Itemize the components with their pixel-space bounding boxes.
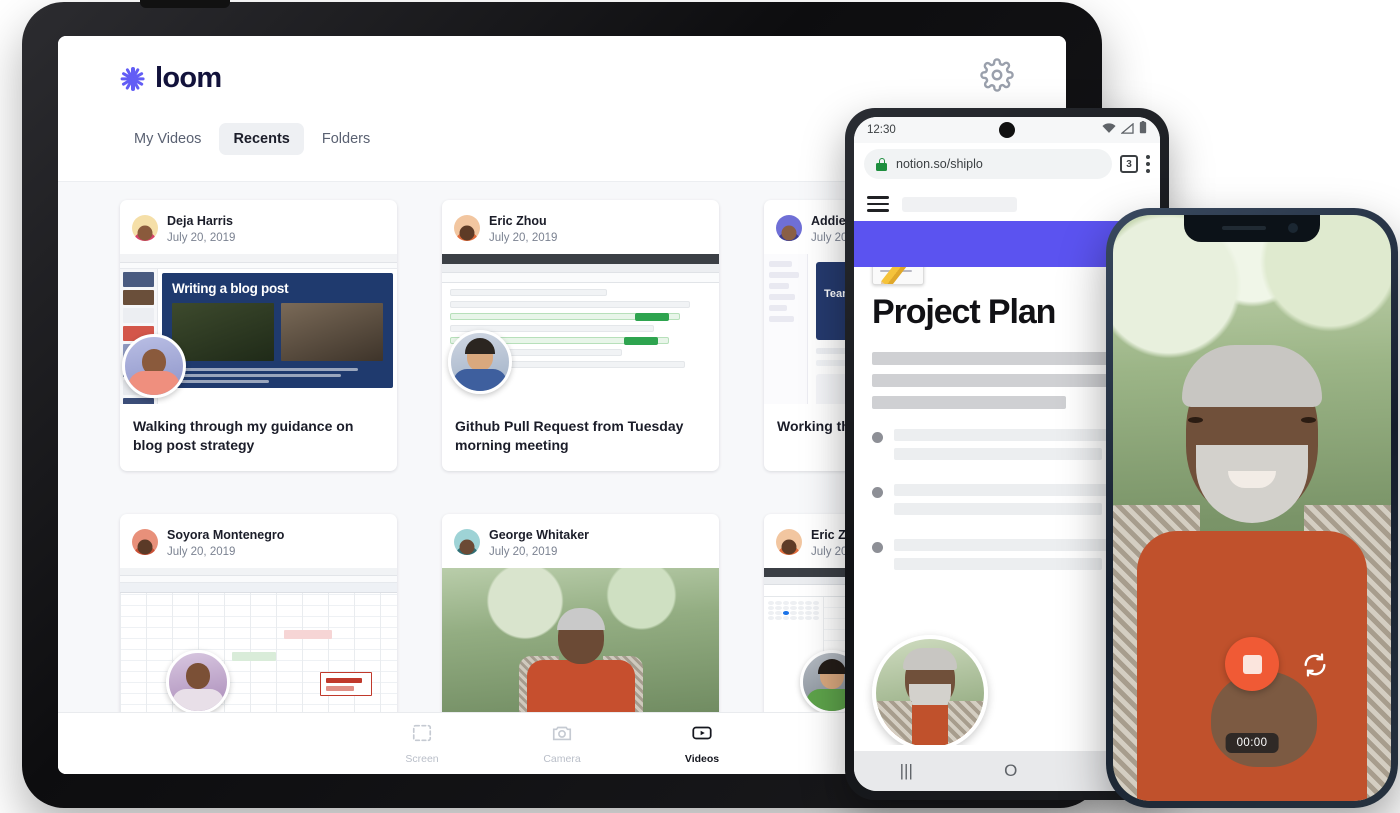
url-bar[interactable]: notion.so/shiplo — [864, 149, 1112, 179]
notion-text-placeholders — [872, 352, 1142, 409]
nav-item-screen[interactable]: Screen — [387, 722, 457, 765]
iphone-screen: 00:00 — [1113, 215, 1391, 801]
iphone-device: 00:00 — [1106, 208, 1398, 808]
home-button[interactable]: O — [1004, 761, 1017, 781]
loom-wordmark: loom — [155, 62, 222, 94]
card-date: July 20, 2019 — [167, 232, 236, 244]
stop-square-icon — [1242, 654, 1262, 674]
avatar — [132, 528, 158, 555]
earpiece-speaker — [1222, 226, 1266, 230]
android-status-bar: 12:30 — [854, 117, 1160, 143]
bullet-dot-icon — [872, 432, 883, 443]
card-date: July 20, 2019 — [489, 545, 558, 558]
screenshot-stage: loom My Videos Recents Folders Deja Harr… — [0, 0, 1400, 813]
slide-title: Writing a blog post — [172, 281, 289, 297]
card-date: July 20, 2019 — [167, 545, 236, 558]
avatar — [454, 528, 480, 555]
url-text: notion.so/shiplo — [896, 157, 983, 171]
loom-logo[interactable]: loom — [120, 62, 222, 95]
loom-starburst-icon — [120, 66, 146, 92]
card-author: Eric Zhou — [489, 214, 547, 228]
presenter-bubble — [122, 334, 186, 399]
list-item — [872, 539, 1142, 577]
avatar — [776, 215, 802, 242]
video-play-icon — [691, 722, 713, 749]
hamburger-menu-icon[interactable] — [867, 196, 889, 212]
card-date: July 20, 2019 — [489, 232, 558, 244]
notion-app-bar — [854, 187, 1160, 221]
video-thumbnail — [442, 567, 719, 718]
avatar — [454, 215, 480, 242]
nav-item-camera[interactable]: Camera — [527, 722, 597, 765]
gear-icon[interactable] — [980, 58, 1014, 92]
browser-omnibox-row: notion.so/shiplo 3 — [854, 143, 1160, 187]
presenter-bubble — [872, 635, 988, 745]
card-header: George Whitaker July 20, 2019 — [442, 514, 719, 568]
nav-label-videos: Videos — [684, 753, 720, 765]
card-title: Walking through my guidance on blog post… — [133, 418, 354, 453]
video-card[interactable]: Deja Harris July 20, 2019 Writing a blog… — [120, 200, 397, 471]
wifi-icon — [1102, 121, 1116, 139]
flip-camera-icon[interactable] — [1301, 651, 1329, 679]
nav-label-screen: Screen — [405, 753, 439, 765]
front-camera-punchhole — [999, 122, 1015, 138]
presenter-bubble — [166, 649, 230, 714]
notion-page-title: Project Plan — [872, 293, 1056, 331]
browser-menu-icon[interactable] — [1146, 155, 1150, 173]
card-header: Soyora Montenegro July 20, 2019 — [120, 514, 397, 568]
list-item — [872, 429, 1142, 467]
nav-label-camera: Camera — [543, 753, 581, 765]
iphone-notch — [1184, 215, 1320, 242]
tab-count-button[interactable]: 3 — [1120, 155, 1138, 173]
camera-icon — [551, 722, 573, 749]
front-camera-icon — [1288, 223, 1298, 233]
card-author: Deja Harris — [167, 214, 234, 228]
battery-icon — [1139, 121, 1147, 139]
status-time: 12:30 — [867, 124, 896, 136]
avatar — [132, 215, 158, 242]
recording-timer: 00:00 — [1225, 733, 1279, 753]
bullet-dot-icon — [872, 487, 883, 498]
video-thumbnail — [120, 567, 397, 718]
bullet-dot-icon — [872, 542, 883, 553]
video-thumbnail — [442, 254, 719, 405]
notion-bullet-list — [872, 429, 1142, 577]
tab-folders[interactable]: Folders — [308, 123, 384, 155]
tab-recents[interactable]: Recents — [219, 123, 304, 155]
stop-recording-button[interactable] — [1225, 637, 1279, 691]
video-card[interactable]: Eric Zhou July 20, 2019 — [442, 200, 719, 471]
list-item — [872, 484, 1142, 522]
tab-my-videos[interactable]: My Videos — [120, 123, 215, 155]
card-title: Github Pull Request from Tuesday morning… — [455, 418, 684, 453]
memo-pencil-icon — [872, 267, 924, 285]
card-author: Soyora Montenegro — [167, 527, 285, 542]
presenter-bubble — [448, 330, 512, 395]
avatar — [776, 528, 802, 555]
nav-item-videos[interactable]: Videos — [667, 722, 737, 765]
camera-preview-subject — [1113, 321, 1391, 801]
card-header: Deja Harris July 20, 2019 — [120, 200, 397, 254]
screen-capture-icon — [411, 722, 433, 749]
cellular-signal-icon — [1120, 121, 1134, 139]
lock-icon — [876, 157, 887, 171]
appbar-placeholder — [902, 196, 1017, 212]
recents-button[interactable]: ||| — [900, 761, 913, 781]
video-thumbnail: Writing a blog post — [120, 254, 397, 405]
card-header: Eric Zhou July 20, 2019 — [442, 200, 719, 254]
card-author: George Whitaker — [489, 527, 590, 542]
